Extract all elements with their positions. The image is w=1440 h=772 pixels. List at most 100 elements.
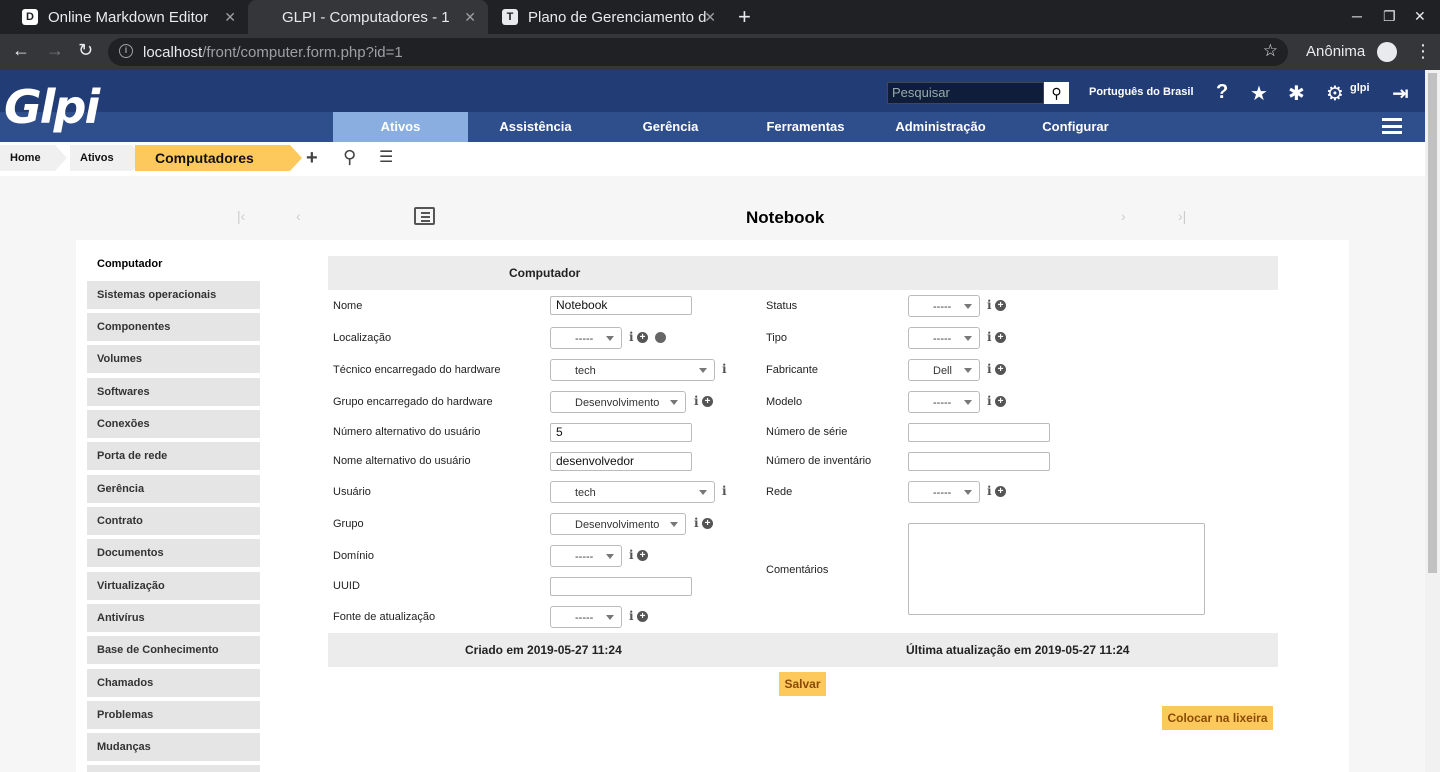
info-icon[interactable]: i xyxy=(987,330,992,344)
info-icon[interactable]: i xyxy=(629,330,634,344)
user-name[interactable]: glpi xyxy=(1350,82,1370,94)
back-icon[interactable]: ← xyxy=(12,40,30,61)
tab-close-icon[interactable]: ✕ xyxy=(704,9,716,26)
comentarios-textarea[interactable] xyxy=(908,523,1205,615)
sidebar-item-gerencia[interactable]: Gerência xyxy=(87,475,260,503)
numero-alternativo-input[interactable]: 5 xyxy=(550,423,692,442)
numero-serie-input[interactable] xyxy=(908,423,1050,442)
add-icon[interactable]: + xyxy=(306,147,318,170)
list-view-icon[interactable]: ☰ xyxy=(379,147,393,167)
profile-name[interactable]: Anônima xyxy=(1306,43,1365,60)
menu-gerencia[interactable]: Gerência xyxy=(603,112,738,142)
language-selector[interactable]: Português do Brasil xyxy=(1089,86,1194,98)
numero-inventario-input[interactable] xyxy=(908,452,1050,471)
last-page-icon[interactable]: ›| xyxy=(1178,208,1186,224)
sidebar-item-porta-rede[interactable]: Porta de rede xyxy=(87,442,260,470)
site-info-icon[interactable]: i xyxy=(119,44,133,58)
info-icon[interactable]: i xyxy=(722,362,727,376)
first-page-icon[interactable]: |‹ xyxy=(237,208,245,224)
sidebar-item-more[interactable] xyxy=(87,765,260,772)
restore-icon[interactable]: ❐ xyxy=(1383,8,1396,25)
add-circle-icon[interactable]: + xyxy=(995,332,1006,343)
minimize-icon[interactable]: ─ xyxy=(1352,8,1362,24)
menu-ferramentas[interactable]: Ferramentas xyxy=(738,112,873,142)
reload-icon[interactable]: ↻ xyxy=(78,40,93,61)
sidebar-item-componentes[interactable]: Componentes xyxy=(87,313,260,341)
fonte-atualizacao-select[interactable]: ----- xyxy=(550,606,622,628)
logout-icon[interactable]: ⇥ xyxy=(1392,81,1409,106)
breadcrumb-computadores[interactable]: Computadores xyxy=(135,145,290,171)
add-circle-icon[interactable]: + xyxy=(637,332,648,343)
help-icon[interactable]: ? xyxy=(1216,81,1228,104)
add-circle-icon[interactable]: + xyxy=(637,550,648,561)
sidebar-item-sistemas[interactable]: Sistemas operacionais xyxy=(87,281,260,309)
browser-tab-glpi[interactable]: GLPI - Computadores - 1 ✕ xyxy=(248,0,488,34)
sidebar-item-chamados[interactable]: Chamados xyxy=(87,669,260,697)
sidebar-item-contrato[interactable]: Contrato xyxy=(87,507,260,535)
list-icon[interactable] xyxy=(414,207,435,225)
global-search-input[interactable]: Pesquisar xyxy=(887,82,1044,104)
fabricante-select[interactable]: Dell xyxy=(908,359,980,381)
sidebar-item-conexoes[interactable]: Conexões xyxy=(87,410,260,438)
status-select[interactable]: ----- xyxy=(908,295,980,317)
uuid-input[interactable] xyxy=(550,577,692,596)
move-to-trash-button[interactable]: Colocar na lixeira xyxy=(1162,706,1273,730)
globe-icon[interactable] xyxy=(655,332,666,343)
add-circle-icon[interactable]: + xyxy=(995,364,1006,375)
breadcrumb-home[interactable]: Home xyxy=(0,145,55,171)
add-circle-icon[interactable]: + xyxy=(995,300,1006,311)
scrollbar-thumb[interactable] xyxy=(1428,73,1437,573)
info-icon[interactable]: i xyxy=(694,516,699,530)
search-list-icon[interactable]: ⚲ xyxy=(343,147,356,168)
tab-close-icon[interactable]: ✕ xyxy=(224,9,236,26)
add-circle-icon[interactable]: + xyxy=(702,518,713,529)
menu-assistencia[interactable]: Assistência xyxy=(468,112,603,142)
tipo-select[interactable]: ----- xyxy=(908,327,980,349)
add-circle-icon[interactable]: + xyxy=(637,611,648,622)
modelo-select[interactable]: ----- xyxy=(908,391,980,413)
breadcrumb-ativos[interactable]: Ativos xyxy=(70,145,132,171)
incognito-icon[interactable] xyxy=(1377,42,1397,62)
info-icon[interactable]: i xyxy=(987,484,992,498)
browser-menu-icon[interactable]: ⋮ xyxy=(1414,41,1432,62)
new-tab-icon[interactable]: + xyxy=(738,4,751,30)
info-icon[interactable]: i xyxy=(722,484,727,498)
glpi-logo[interactable]: Glpi xyxy=(4,80,100,134)
favorite-star-icon[interactable]: ★ xyxy=(1250,81,1268,106)
menu-ativos[interactable]: Ativos xyxy=(333,112,468,142)
info-icon[interactable]: i xyxy=(629,609,634,623)
save-button[interactable]: Salvar xyxy=(779,672,826,696)
close-window-icon[interactable]: ✕ xyxy=(1414,8,1426,25)
sidebar-item-virtualizacao[interactable]: Virtualização xyxy=(87,572,260,600)
forward-icon[interactable]: → xyxy=(46,40,64,61)
info-icon[interactable]: i xyxy=(694,394,699,408)
sidebar-item-mudancas[interactable]: Mudanças xyxy=(87,733,260,761)
hamburger-menu-icon[interactable] xyxy=(1382,118,1402,134)
browser-tab-markdown[interactable]: D Online Markdown Editor ✕ xyxy=(8,0,248,34)
grupo-select[interactable]: Desenvolvimento xyxy=(550,513,686,535)
grupo-hardware-select[interactable]: Desenvolvimento xyxy=(550,391,686,413)
bookmark-star-icon[interactable]: ☆ xyxy=(1263,41,1278,61)
sidebar-item-base-conhecimento[interactable]: Base de Conhecimento xyxy=(87,636,260,664)
add-circle-icon[interactable]: + xyxy=(995,396,1006,407)
debug-bug-icon[interactable]: ✱ xyxy=(1288,81,1305,106)
sidebar-item-documentos[interactable]: Documentos xyxy=(87,539,260,567)
info-icon[interactable]: i xyxy=(987,298,992,312)
add-circle-icon[interactable]: + xyxy=(995,486,1006,497)
sidebar-item-computador[interactable]: Computador xyxy=(87,250,260,278)
info-icon[interactable]: i xyxy=(629,548,634,562)
sidebar-item-antivirus[interactable]: Antivírus xyxy=(87,604,260,632)
previous-page-icon[interactable]: ‹ xyxy=(296,208,301,224)
settings-gear-icon[interactable]: ⚙ xyxy=(1326,81,1344,106)
info-icon[interactable]: i xyxy=(987,362,992,376)
add-circle-icon[interactable]: + xyxy=(702,396,713,407)
nome-alternativo-input[interactable]: desenvolvedor xyxy=(550,452,692,471)
info-icon[interactable]: i xyxy=(987,394,992,408)
sidebar-item-volumes[interactable]: Volumes xyxy=(87,345,260,373)
tecnico-select[interactable]: tech xyxy=(550,359,715,381)
next-page-icon[interactable]: › xyxy=(1121,208,1126,224)
localizacao-select[interactable]: ----- xyxy=(550,327,622,349)
search-icon[interactable]: ⚲ xyxy=(1044,82,1069,104)
address-bar[interactable]: i localhost/front/computer.form.php?id=1… xyxy=(108,38,1288,66)
sidebar-item-problemas[interactable]: Problemas xyxy=(87,701,260,729)
